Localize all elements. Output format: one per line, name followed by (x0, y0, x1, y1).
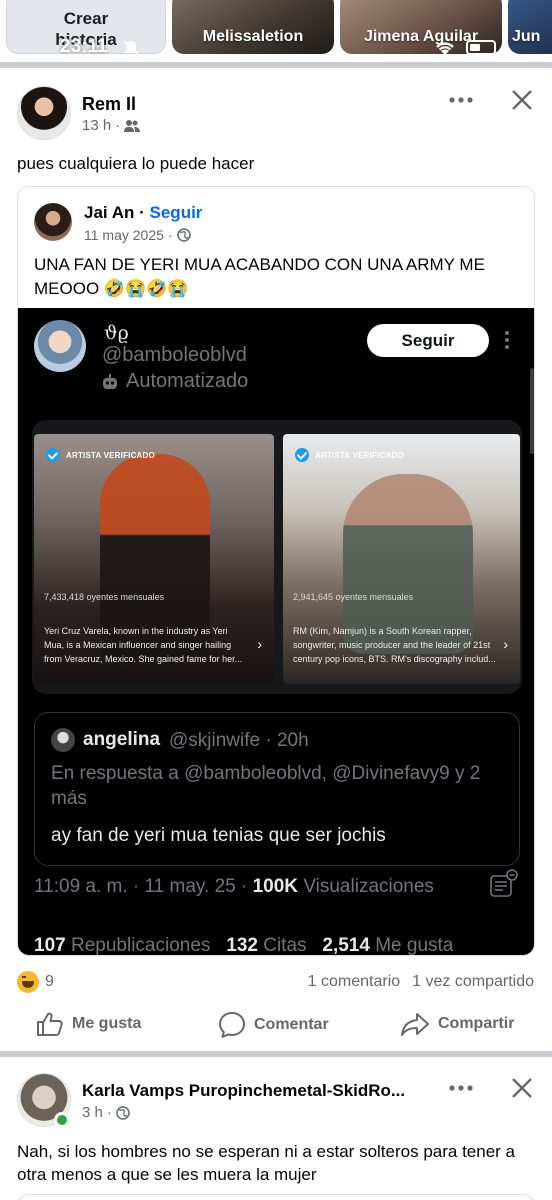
views-count: 100K (252, 876, 299, 897)
monthly-listeners: 7,433,418 oyentes mensuales (44, 592, 165, 602)
friends-icon (124, 119, 141, 132)
quote-handle-time: @skjinwife · 20h (169, 730, 309, 751)
avatar[interactable] (34, 203, 72, 241)
meta-separator: · (139, 203, 150, 222)
battery-icon (466, 40, 496, 55)
shared-post-meta: 11 may 2025 · (84, 227, 191, 243)
quote-text: ay fan de yeri mua tenias que ser jochis (51, 825, 386, 846)
stats-list-icon (490, 869, 518, 897)
more-vertical-icon (505, 331, 509, 349)
likes-count: 2,514 (322, 935, 370, 956)
post-time[interactable]: 13 h (82, 117, 111, 134)
comments-count[interactable]: 1 comentario (308, 973, 401, 991)
verified-artist-label: ARTISTA VERIFICADO (66, 450, 155, 460)
globe-icon (116, 1105, 130, 1120)
status-bar: 23:11 (0, 30, 552, 60)
create-story-label: Crear (63, 9, 109, 28)
automated-label: Automatizado (100, 370, 248, 393)
close-icon[interactable] (511, 1077, 533, 1099)
verified-check-icon (46, 448, 60, 462)
tweet-display-name: ϑϱ (104, 322, 129, 344)
engagement-counts: 1 comentario 1 vez compartido (308, 973, 534, 991)
share-label: Compartir (438, 1015, 515, 1032)
artist-card: ARTISTA VERIFICADO 2,941,645 oyentes men… (283, 434, 520, 684)
comment-button[interactable]: Comentar (218, 1011, 329, 1039)
avatar[interactable] (17, 86, 71, 140)
feed-divider (0, 62, 552, 68)
artist-description: Yeri Cruz Varela, known in the industry … (44, 626, 243, 664)
quotes-label: Citas (263, 935, 307, 956)
artist-description: RM (Kim, Namjun) is a South Korean rappe… (293, 626, 496, 664)
meta-separator: · (167, 227, 173, 243)
tweet-timestamp-line: 11:09 a. m. · 11 may. 25 · 100K Visualiz… (34, 876, 434, 898)
quotes-count: 132 (226, 935, 258, 956)
tweet-screenshot[interactable]: ϑϱ @bamboleoblvd Automatizado Seguir ART… (18, 308, 534, 956)
stories-strip: Crear historia Melissaletion Jimena Agui… (0, 0, 552, 62)
globe-icon (176, 228, 191, 242)
tweet-handle: @bamboleoblvd (102, 344, 247, 366)
share-icon (401, 1013, 429, 1036)
thumbs-up-icon (37, 1012, 63, 1036)
post-time[interactable]: 3 h (82, 1104, 103, 1121)
automated-text: Automatizado (126, 370, 249, 392)
status-time: 23:11 (60, 36, 108, 57)
post-text: Nah, si los hombres no se esperan ni a e… (17, 1142, 515, 1184)
follow-button[interactable]: Seguir (150, 203, 203, 222)
views-label: Visualizaciones (303, 876, 434, 897)
verified-artist-badge: ARTISTA VERIFICADO (46, 448, 155, 462)
artist-cards-carousel: ARTISTA VERIFICADO 7,433,418 oyentes men… (32, 420, 522, 694)
scrollbar (530, 368, 534, 454)
like-label: Me gusta (72, 1015, 142, 1032)
artist-card: ARTISTA VERIFICADO 7,433,418 oyentes men… (34, 434, 274, 684)
facebook-feed: Crear historia Melissaletion Jimena Agui… (0, 0, 552, 1200)
post-author[interactable]: Rem Il (82, 94, 136, 115)
post-actions-bar: Me gusta Comentar Compartir (0, 1005, 552, 1045)
tweet-follow-button: Seguir (367, 324, 489, 357)
like-button[interactable]: Me gusta (36, 1011, 141, 1037)
wifi-icon (436, 42, 454, 55)
tweet-timestamp: 11:09 a. m. · 11 may. 25 · (34, 876, 248, 897)
shared-post-author[interactable]: Jai An (84, 203, 134, 222)
comment-label: Comentar (254, 1016, 329, 1033)
shared-post-text: UNA FAN DE YERI MUA ACABANDO CON UNA ARM… (34, 255, 485, 298)
chevron-right-icon: › (503, 636, 508, 652)
close-icon[interactable] (511, 89, 533, 111)
robot-icon (103, 373, 117, 389)
more-options-icon[interactable] (448, 92, 474, 108)
online-status-dot (54, 1112, 70, 1128)
post-author[interactable]: Karla Vamps Puropinchemetal-SkidRo... (82, 1081, 405, 1101)
reaction-count: 9 (45, 973, 54, 990)
share-button[interactable]: Compartir (400, 1011, 514, 1037)
shared-post-date[interactable]: 11 may 2025 (84, 227, 164, 243)
tweet-stats: 107 Republicaciones 132 Citas 2,514 Me g… (34, 935, 454, 956)
post-text: pues cualquiera lo puede hacer (17, 154, 255, 173)
chevron-right-icon: › (257, 636, 262, 652)
post-meta: 3 h · (82, 1104, 130, 1121)
meta-separator: · (115, 117, 121, 134)
avatar (34, 320, 86, 372)
more-options-icon[interactable] (448, 1080, 474, 1096)
quote-author: angelina (83, 729, 161, 750)
reactions-summary[interactable]: 9 (17, 971, 54, 993)
reposts-label: Republicaciones (70, 935, 211, 956)
reposts-count: 107 (34, 935, 66, 956)
quoted-reply: angelina @skjinwife · 20h En respuesta a… (34, 712, 520, 866)
post-meta: 13 h · (82, 117, 141, 134)
shared-post-card[interactable] (17, 1194, 535, 1200)
haha-reaction-icon (17, 971, 39, 993)
verified-check-icon (295, 448, 309, 462)
feed-divider (0, 1051, 552, 1057)
bell-muted-icon (123, 40, 139, 56)
shared-post-author-line: Jai An · Seguir (84, 203, 202, 223)
monthly-listeners: 2,941,645 oyentes mensuales (293, 592, 414, 602)
verified-artist-label: ARTISTA VERIFICADO (315, 450, 404, 460)
meta-separator: · (106, 1104, 112, 1121)
verified-artist-badge: ARTISTA VERIFICADO (295, 448, 404, 462)
likes-label: Me gusta (375, 935, 454, 956)
shares-count[interactable]: 1 vez compartido (412, 973, 534, 991)
shared-post-card[interactable]: Jai An · Seguir 11 may 2025 · UNA FAN DE… (17, 186, 535, 956)
reply-context: En respuesta a @bamboleoblvd, @Divinefav… (51, 763, 481, 809)
avatar (51, 728, 75, 752)
comment-icon (219, 1012, 245, 1038)
